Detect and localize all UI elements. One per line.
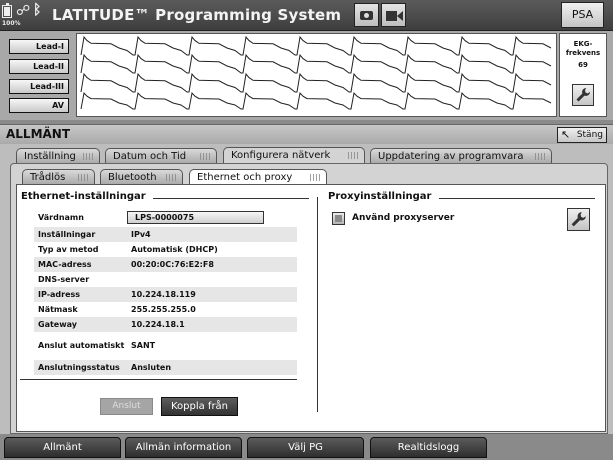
nav-realtidslogg[interactable]: Realtidslogg	[370, 437, 487, 458]
connection-status-row: Anslutningsstatus Ansluten	[34, 360, 297, 375]
section-divider	[153, 198, 309, 199]
tab-label: Inställning	[24, 151, 76, 162]
grip-icon	[535, 153, 547, 160]
title-bar: ☍ ᛒ 100% LATITUDE™ Programming System PS…	[0, 0, 613, 31]
subtab-label: Bluetooth	[108, 172, 157, 183]
row-value: 255.255.255.0	[131, 305, 196, 314]
subtab-bluetooth[interactable]: Bluetooth	[100, 169, 183, 185]
row-label: Inställningar	[38, 230, 96, 239]
ecg-trace-2	[80, 53, 552, 74]
wrench-icon	[576, 88, 590, 102]
table-row: Gateway 10.224.18.1	[34, 317, 297, 332]
nav-allman-information[interactable]: Allmän information	[125, 437, 242, 458]
vertical-divider	[317, 197, 318, 412]
grip-icon	[83, 153, 95, 160]
battery-percent: 100%	[2, 20, 21, 27]
system-status-icons: ☍ ᛒ 100%	[2, 3, 46, 29]
section-divider	[20, 379, 297, 380]
grip-icon	[310, 174, 322, 181]
wrench-icon	[571, 212, 586, 227]
hostname-field[interactable]: LPS-0000075	[127, 211, 264, 224]
network-icon: ☍	[16, 3, 31, 19]
subtab-tradlos[interactable]: Trådlös	[22, 169, 95, 185]
table-row: Inställningar IPv4	[34, 227, 297, 242]
ecg-trace-3	[80, 72, 552, 93]
tab-installning[interactable]: Inställning	[16, 148, 100, 164]
proxy-settings-button[interactable]	[567, 208, 590, 231]
use-proxy-label: Använd proxyserver	[352, 213, 455, 223]
arrow-icon: ↖	[561, 128, 571, 141]
ethernet-section-title: Ethernet-inställningar	[21, 191, 146, 202]
video-camera-icon[interactable]	[381, 3, 406, 27]
table-row: Nätmask 255.255.255.0	[34, 302, 297, 317]
close-button-label: Stäng	[576, 130, 603, 140]
table-row: MAC-adress 00:20:0C:76:E2:F8	[34, 257, 297, 272]
lead-av-button[interactable]: AV	[9, 98, 69, 113]
subtab-label: Ethernet och proxy	[197, 172, 293, 183]
row-label: Typ av metod	[38, 245, 99, 254]
bottom-navigation: Allmänt Allmän information Välj PG Realt…	[0, 434, 613, 460]
app-title: LATITUDE™ Programming System	[52, 6, 342, 24]
lead-iii-button[interactable]: Lead-III	[9, 79, 69, 94]
hostname-label: Värdnamn	[38, 213, 84, 222]
battery-icon	[2, 3, 12, 18]
window-header: ALLMÄNT ↖ Stäng	[0, 124, 613, 144]
row-value: 00:20:0C:76:E2:F8	[131, 260, 214, 269]
ecg-waveform-display	[76, 33, 557, 117]
heart-rate-label: EKG-frekvens	[565, 40, 601, 57]
grip-icon	[78, 174, 90, 181]
row-value: Automatisk (DHCP)	[131, 245, 218, 254]
tab-label: Konfigurera nätverk	[231, 150, 331, 161]
row-label: Nätmask	[38, 305, 78, 314]
row-label: MAC-adress	[38, 260, 92, 269]
lead-i-button[interactable]: Lead-I	[9, 39, 69, 54]
lead-ii-button[interactable]: Lead-II	[9, 59, 69, 74]
bluetooth-icon: ᛒ	[33, 2, 42, 18]
table-row: Typ av metod Automatisk (DHCP)	[34, 242, 297, 257]
nav-allmant[interactable]: Allmänt	[4, 437, 121, 458]
table-row: DNS-server	[34, 272, 297, 287]
nav-valj-pg[interactable]: Välj PG	[247, 437, 364, 458]
row-value: IPv4	[131, 230, 151, 239]
auto-connect-value: SANT	[131, 341, 156, 350]
grip-icon	[348, 152, 360, 159]
row-value: 10.224.18.119	[131, 290, 196, 299]
grip-icon	[166, 174, 178, 181]
tab-konfigurera-natverk[interactable]: Konfigurera nätverk	[223, 147, 365, 164]
row-label: Gateway	[38, 320, 77, 329]
connect-button[interactable]: Anslut	[100, 398, 153, 415]
use-proxy-checkbox[interactable]	[332, 212, 345, 225]
tab-datum-och-tid[interactable]: Datum och Tid	[105, 148, 217, 164]
tab-label: Uppdatering av programvara	[378, 151, 524, 162]
subtab-label: Trådlös	[30, 172, 66, 183]
ecg-trace-1	[80, 35, 552, 56]
app-window: ☍ ᛒ 100% LATITUDE™ Programming System PS…	[0, 0, 613, 460]
heart-rate-settings-button[interactable]	[572, 84, 594, 106]
row-label: DNS-server	[38, 275, 90, 284]
table-row: IP-adress 10.224.18.119	[34, 287, 297, 302]
tab-uppdatering-av-programvara[interactable]: Uppdatering av programvara	[370, 148, 552, 164]
ecg-waveforms	[80, 35, 552, 110]
ecg-trace-4	[80, 91, 552, 110]
heart-rate-box: EKG-frekvens 69	[559, 33, 607, 117]
camera-icon[interactable]	[354, 3, 379, 27]
auto-connect-label: Anslut automatiskt	[38, 341, 125, 350]
auto-connect-row: Anslut automatiskt SANT	[34, 338, 297, 353]
grip-icon	[200, 153, 212, 160]
tab-label: Datum och Tid	[113, 151, 187, 162]
row-label: IP-adress	[38, 290, 81, 299]
heart-rate-value: 69	[578, 61, 588, 69]
section-divider	[439, 198, 595, 199]
close-button[interactable]: ↖ Stäng	[557, 127, 607, 143]
connection-status-value: Ansluten	[131, 363, 172, 372]
disconnect-button[interactable]: Koppla från	[161, 397, 238, 416]
page-title: ALLMÄNT	[6, 127, 71, 141]
connection-status-label: Anslutningsstatus	[38, 363, 120, 372]
row-value: 10.224.18.1	[131, 320, 185, 329]
psa-button[interactable]: PSA	[561, 2, 604, 28]
ecg-panel: Lead-I Lead-II Lead-III AV EKG-frekvens …	[0, 31, 613, 120]
proxy-section-title: Proxyinställningar	[328, 191, 432, 202]
